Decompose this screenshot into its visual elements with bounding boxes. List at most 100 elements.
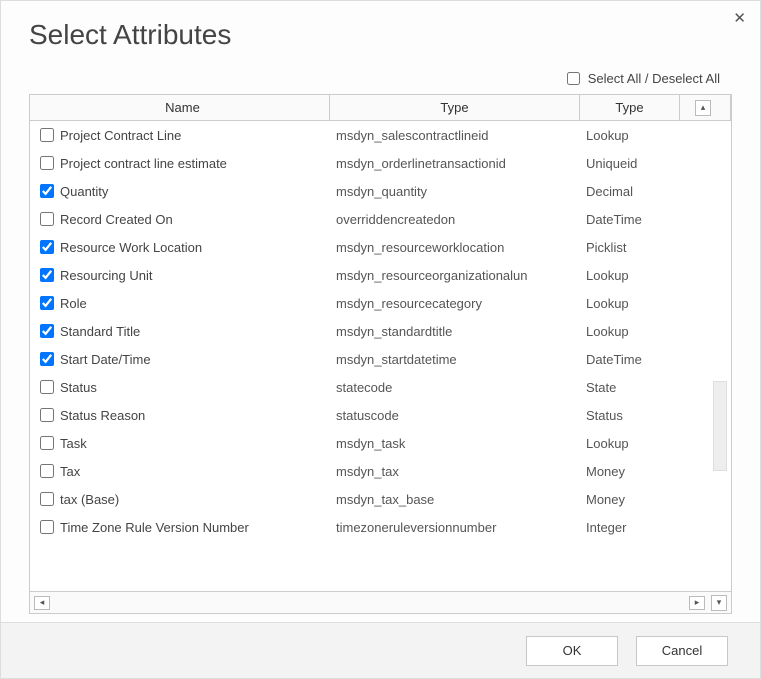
table-row[interactable]: tax (Base) msdyn_tax_baseMoney <box>30 485 731 513</box>
column-header-type[interactable]: Type <box>330 95 580 120</box>
grid-body: Project Contract Linemsdyn_salescontract… <box>30 121 731 591</box>
select-all-row: Select All / Deselect All <box>1 59 760 94</box>
row-name-label: Record Created On <box>60 212 173 227</box>
row-checkbox[interactable] <box>40 296 54 310</box>
scroll-down-icon[interactable]: ▾ <box>711 595 727 611</box>
cell-type: msdyn_startdatetime <box>330 352 580 367</box>
close-icon[interactable]: ✕ <box>733 9 746 27</box>
row-checkbox[interactable] <box>40 184 54 198</box>
table-row[interactable]: Resource Work Location msdyn_resourcework… <box>30 233 731 261</box>
cell-type: statuscode <box>330 408 580 423</box>
table-row[interactable]: Status Reason statuscodeStatus <box>30 401 731 429</box>
row-name-label: Tax <box>60 464 80 479</box>
row-name-label: Status Reason <box>60 408 145 423</box>
row-name-label: Role <box>60 296 87 311</box>
cell-name: Resourcing Unit <box>30 268 330 283</box>
cell-name: Status <box>30 380 330 395</box>
cell-type2: Integer <box>580 520 680 535</box>
select-all-label: Select All / Deselect All <box>588 71 720 86</box>
cell-name: Project contract line estimate <box>30 156 330 171</box>
cell-name: Tax <box>30 464 330 479</box>
cell-name: Task <box>30 436 330 451</box>
cell-type2: Picklist <box>580 240 680 255</box>
row-name-label: Time Zone Rule Version Number <box>60 520 249 535</box>
cell-type2: Status <box>580 408 680 423</box>
cell-type: msdyn_resourceworklocation <box>330 240 580 255</box>
cell-type2: Uniqueid <box>580 156 680 171</box>
cell-type: msdyn_salescontractlineid <box>330 128 580 143</box>
cell-name: Time Zone Rule Version Number <box>30 520 330 535</box>
row-checkbox[interactable] <box>40 492 54 506</box>
row-name-label: Start Date/Time <box>60 352 151 367</box>
column-header-type2[interactable]: Type <box>580 95 680 120</box>
table-row[interactable]: Status statecodeState <box>30 373 731 401</box>
cell-type: msdyn_tax <box>330 464 580 479</box>
row-checkbox[interactable] <box>40 212 54 226</box>
column-header-name[interactable]: Name <box>30 95 330 120</box>
table-row[interactable]: Resourcing Unitmsdyn_resourceorganizatio… <box>30 261 731 289</box>
row-checkbox[interactable] <box>40 128 54 142</box>
row-checkbox[interactable] <box>40 408 54 422</box>
row-name-label: Task <box>60 436 87 451</box>
cell-name: Resource Work Location <box>30 240 330 255</box>
row-checkbox[interactable] <box>40 436 54 450</box>
cell-type: timezoneruleversionnumber <box>330 520 580 535</box>
attributes-grid: Name Type Type ▴ Project Contract Linems… <box>29 94 732 614</box>
select-all-checkbox[interactable] <box>567 72 580 85</box>
table-row[interactable]: Time Zone Rule Version Number timezonerul… <box>30 513 731 541</box>
button-bar: OK Cancel <box>1 622 760 678</box>
row-checkbox[interactable] <box>40 520 54 534</box>
scroll-up-icon[interactable]: ▴ <box>695 100 711 116</box>
ok-button[interactable]: OK <box>526 636 618 666</box>
dialog-title: Select Attributes <box>1 1 760 59</box>
cell-type2: State <box>580 380 680 395</box>
cell-type2: Lookup <box>580 268 680 283</box>
cell-type: msdyn_quantity <box>330 184 580 199</box>
cell-name: Start Date/Time <box>30 352 330 367</box>
table-row[interactable]: Standard Titlemsdyn_standardtitleLookup <box>30 317 731 345</box>
table-row[interactable]: Start Date/Time msdyn_startdatetimeDateTi… <box>30 345 731 373</box>
cell-type: msdyn_orderlinetransactionid <box>330 156 580 171</box>
row-name-label: Status <box>60 380 97 395</box>
cell-type2: Money <box>580 492 680 507</box>
cell-type: msdyn_task <box>330 436 580 451</box>
cancel-button[interactable]: Cancel <box>636 636 728 666</box>
table-row[interactable]: Record Created OnoverriddencreatedonDate… <box>30 205 731 233</box>
row-checkbox[interactable] <box>40 156 54 170</box>
row-checkbox[interactable] <box>40 464 54 478</box>
row-name-label: Resourcing Unit <box>60 268 153 283</box>
row-checkbox[interactable] <box>40 240 54 254</box>
cell-type2: Decimal <box>580 184 680 199</box>
cell-name: tax (Base) <box>30 492 330 507</box>
row-name-label: Resource Work Location <box>60 240 202 255</box>
grid-footer: ◂ ▸ ▾ <box>30 591 731 613</box>
scroll-right-icon[interactable]: ▸ <box>689 596 705 610</box>
cell-name: Standard Title <box>30 324 330 339</box>
cell-type2: Lookup <box>580 324 680 339</box>
cell-name: Status Reason <box>30 408 330 423</box>
table-row[interactable]: Quantitymsdyn_quantityDecimal <box>30 177 731 205</box>
table-row[interactable]: Project Contract Linemsdyn_salescontract… <box>30 121 731 149</box>
cell-type2: DateTime <box>580 352 680 367</box>
row-checkbox[interactable] <box>40 268 54 282</box>
row-checkbox[interactable] <box>40 352 54 366</box>
row-name-label: Project contract line estimate <box>60 156 227 171</box>
cell-type2: Money <box>580 464 680 479</box>
select-all-label-wrap[interactable]: Select All / Deselect All <box>563 71 720 86</box>
cell-type: statecode <box>330 380 580 395</box>
scroll-left-icon[interactable]: ◂ <box>34 596 50 610</box>
table-row[interactable]: Tax msdyn_taxMoney <box>30 457 731 485</box>
vertical-scrollbar[interactable] <box>713 381 727 471</box>
cell-name: Quantity <box>30 184 330 199</box>
column-header-scroll: ▴ <box>680 95 731 120</box>
select-attributes-dialog: ✕ Select Attributes Select All / Deselec… <box>0 0 761 679</box>
cell-type2: Lookup <box>580 128 680 143</box>
row-checkbox[interactable] <box>40 380 54 394</box>
table-row[interactable]: Taskmsdyn_taskLookup <box>30 429 731 457</box>
table-row[interactable]: Project contract line estimate msdyn_orde… <box>30 149 731 177</box>
cell-type: msdyn_tax_base <box>330 492 580 507</box>
table-row[interactable]: Rolemsdyn_resourcecategoryLookup <box>30 289 731 317</box>
row-checkbox[interactable] <box>40 324 54 338</box>
row-name-label: tax (Base) <box>60 492 119 507</box>
cell-type: msdyn_standardtitle <box>330 324 580 339</box>
